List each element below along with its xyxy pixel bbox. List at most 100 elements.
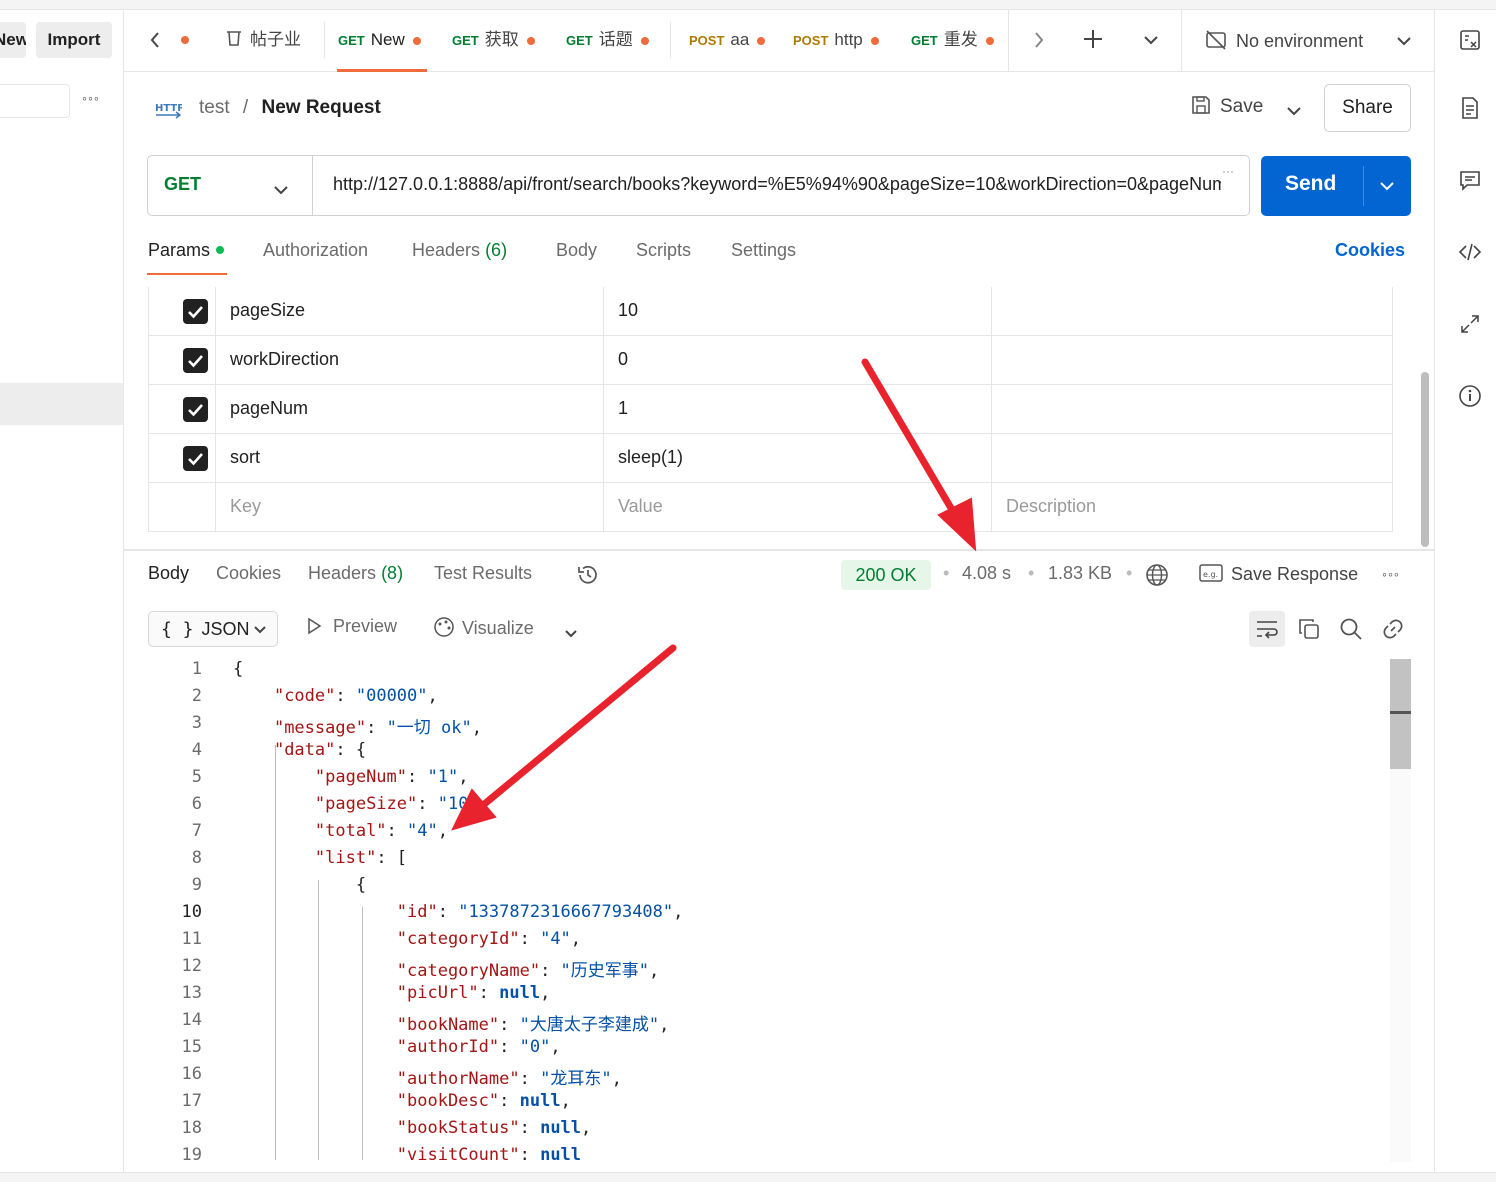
left-sidebar — [0, 10, 124, 1182]
code-line: "list": [ — [314, 848, 408, 868]
param-value[interactable]: sleep(1) — [618, 447, 683, 468]
line-number: 8 — [191, 848, 202, 868]
history-icon[interactable] — [576, 563, 600, 587]
format-dropdown[interactable]: { } JSON — [148, 611, 278, 647]
line-number: 4 — [191, 740, 202, 760]
new-tab-plus-icon[interactable] — [1082, 28, 1104, 50]
response-more-icon[interactable]: ◦◦◦ — [1382, 566, 1400, 582]
code-line: "bookStatus": null, — [396, 1118, 592, 1138]
more-options-icon[interactable]: ◦◦◦ — [82, 90, 100, 106]
line-number: 15 — [181, 1037, 202, 1057]
preview-button[interactable]: Preview — [305, 616, 397, 637]
param-value[interactable]: 0 — [618, 349, 628, 370]
variables-icon[interactable] — [1458, 28, 1482, 52]
globe-icon[interactable] — [1145, 563, 1169, 587]
response-divider[interactable] — [124, 549, 1434, 551]
param-row: sort sleep(1) — [148, 434, 1393, 483]
active-tab-indicator — [337, 69, 427, 72]
new-button[interactable]: New — [0, 22, 26, 58]
info-icon[interactable] — [1458, 384, 1482, 408]
response-time[interactable]: 4.08 s — [962, 563, 1011, 584]
param-row: workDirection 0 — [148, 336, 1393, 385]
line-number: 6 — [191, 794, 202, 814]
save-button[interactable]: Save — [1190, 94, 1263, 118]
editor-scrollbar-thumb[interactable] — [1390, 659, 1411, 769]
response-size[interactable]: 1.83 KB — [1048, 563, 1112, 584]
param-description-placeholder[interactable]: Description — [1006, 496, 1096, 517]
send-dropdown-chevron-icon[interactable] — [1379, 180, 1395, 192]
status-badge[interactable]: 200 OK — [841, 560, 931, 590]
param-key[interactable]: workDirection — [230, 349, 339, 370]
response-tab-cookies[interactable]: Cookies — [216, 563, 281, 584]
code-line: "categoryId": "4", — [396, 929, 582, 949]
param-value[interactable]: 10 — [618, 300, 638, 321]
param-key[interactable]: pageNum — [230, 398, 308, 419]
tab-scripts[interactable]: Scripts — [636, 240, 691, 261]
param-key[interactable]: pageSize — [230, 300, 305, 321]
tab-get-3[interactable]: GET 重发 — [911, 10, 1011, 72]
sidebar-search-input[interactable] — [0, 84, 70, 118]
params-scrollbar[interactable] — [1421, 372, 1429, 547]
method-select[interactable]: GET — [164, 174, 201, 195]
method-chevron-down-icon[interactable] — [273, 181, 289, 195]
tabs-scroll-left-icon[interactable] — [148, 30, 162, 50]
tab-body[interactable]: Body — [556, 240, 597, 261]
param-checkbox[interactable] — [183, 299, 208, 324]
save-icon — [1192, 96, 1210, 114]
tab-new-request[interactable]: GET New — [338, 10, 438, 72]
copy-icon[interactable] — [1297, 617, 1321, 641]
tabs-scroll-right-icon[interactable] — [1032, 30, 1046, 50]
visualize-dropdown-chevron-icon[interactable] — [564, 624, 578, 638]
param-key[interactable]: sort — [230, 447, 260, 468]
param-value-placeholder[interactable]: Value — [618, 496, 663, 517]
line-number: 1 — [191, 659, 202, 679]
indent-guide — [362, 907, 363, 1160]
response-tab-test-results[interactable]: Test Results — [434, 563, 532, 584]
related-collections-icon[interactable] — [1458, 312, 1482, 336]
response-tab-body[interactable]: Body — [148, 563, 189, 584]
link-icon[interactable] — [1381, 617, 1405, 641]
code-line: "bookName": "大唐太子李建成", — [396, 1015, 670, 1035]
tabs-dropdown-chevron-icon[interactable] — [1142, 32, 1160, 46]
param-value[interactable]: 1 — [618, 398, 628, 419]
breadcrumb-collection[interactable]: test — [199, 97, 230, 118]
visualize-button[interactable]: Visualize — [432, 616, 534, 639]
param-checkbox[interactable] — [183, 446, 208, 471]
tab-post-2[interactable]: POST http — [793, 10, 893, 72]
code-icon[interactable] — [1458, 240, 1482, 264]
share-button[interactable]: Share — [1324, 84, 1411, 132]
save-response-button[interactable]: e.g. Save Response — [1199, 563, 1358, 585]
send-button[interactable]: Send — [1261, 156, 1411, 216]
breadcrumb: test / New Request — [199, 97, 381, 118]
tab-separator — [1181, 10, 1182, 72]
param-key-placeholder[interactable]: Key — [230, 496, 261, 517]
tab-get-2[interactable]: GET 话题 — [566, 10, 666, 72]
tab-authorization[interactable]: Authorization — [263, 240, 368, 261]
import-button[interactable]: Import — [36, 22, 112, 58]
documentation-icon[interactable] — [1458, 96, 1482, 120]
line-number: 11 — [181, 929, 202, 949]
request-title[interactable]: New Request — [261, 97, 380, 118]
meta-dot: • — [1028, 563, 1035, 583]
indent-guide — [275, 745, 276, 1160]
response-tab-headers[interactable]: Headers (8) — [308, 563, 403, 584]
tab-posts[interactable]: 帖子业 — [224, 10, 320, 72]
save-response-icon: e.g. — [1199, 564, 1223, 582]
url-input[interactable]: http://127.0.0.1:8888/api/front/search/b… — [333, 174, 1221, 195]
comments-icon[interactable] — [1458, 168, 1482, 192]
environment-selector[interactable]: No environment — [1204, 28, 1414, 54]
tab-params[interactable]: Params — [148, 240, 225, 261]
save-dropdown-chevron-icon[interactable] — [1286, 102, 1302, 116]
line-number: 19 — [181, 1145, 202, 1165]
sidebar-selected-item[interactable] — [0, 383, 123, 425]
tab-settings[interactable]: Settings — [731, 240, 796, 261]
search-icon[interactable] — [1339, 617, 1363, 641]
tab-headers[interactable]: Headers (6) — [412, 240, 507, 261]
cookies-link[interactable]: Cookies — [1335, 240, 1405, 261]
tab-post-1[interactable]: POST aa — [689, 10, 779, 72]
param-checkbox[interactable] — [183, 397, 208, 422]
tab-get-1[interactable]: GET 获取 — [452, 10, 552, 72]
param-checkbox[interactable] — [183, 348, 208, 373]
wrap-lines-icon[interactable] — [1249, 611, 1285, 647]
code-line: "pageNum": "1", — [314, 767, 469, 787]
